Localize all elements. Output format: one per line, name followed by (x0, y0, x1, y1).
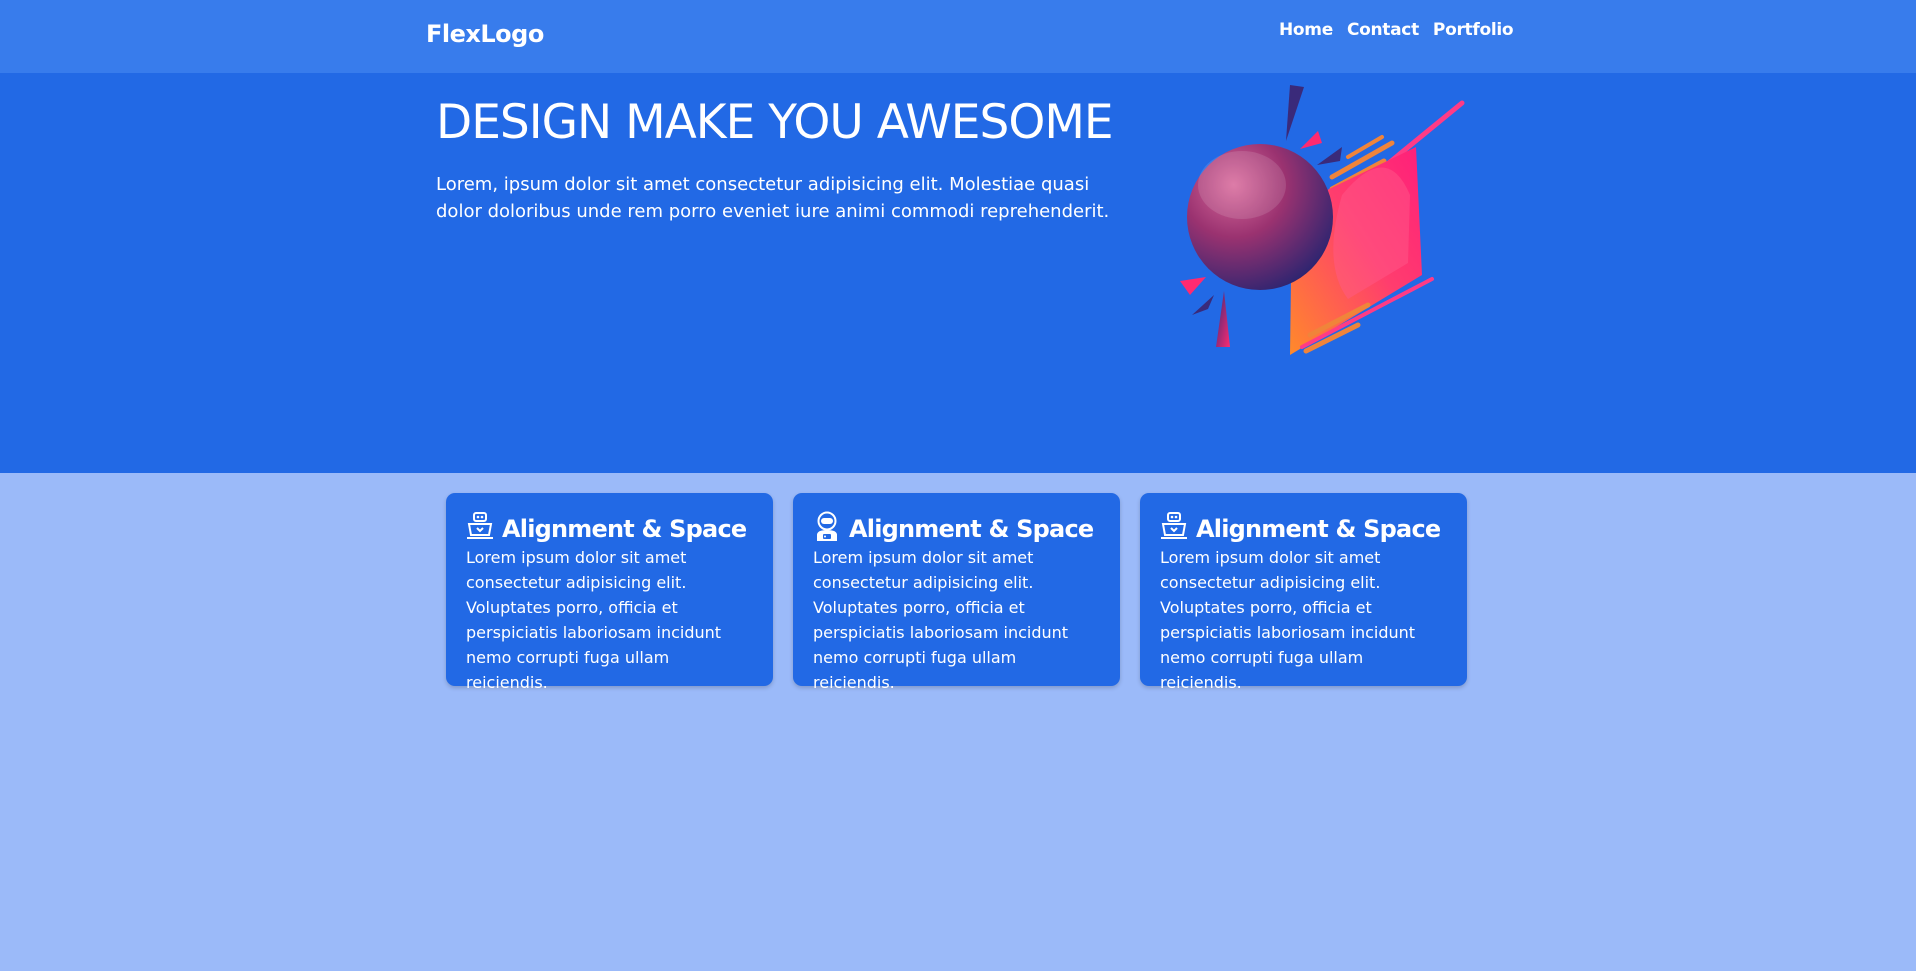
card-text: Lorem ipsum dolor sit amet consectetur a… (1160, 548, 1416, 692)
feature-card: Alignment & Space Lorem ipsum dolor sit … (1140, 493, 1467, 692)
card-title: Alignment & Space (502, 515, 747, 543)
nav-link-contact[interactable]: Contact (1347, 20, 1419, 40)
feature-cards: Alignment & Space Lorem ipsum dolor sit … (446, 493, 1467, 692)
card-header: Alignment & Space (1160, 507, 1447, 543)
card-header: Alignment & Space (466, 507, 753, 543)
card-header: Alignment & Space (813, 507, 1100, 543)
card-title: Alignment & Space (1196, 515, 1441, 543)
card-title: Alignment & Space (849, 515, 1094, 543)
hero-title: DESIGN MAKE YOU AWESOME (436, 95, 1114, 150)
robot-laptop-icon (467, 512, 493, 539)
navbar: FlexLogo Home Contact Portfolio (0, 0, 1916, 73)
feature-card: Alignment & Space Lorem ipsum dolor sit … (446, 493, 773, 692)
robot-laptop-icon (1161, 512, 1187, 539)
abstract-sphere-illustration (1180, 85, 1465, 355)
nav-link-home[interactable]: Home (1279, 20, 1333, 40)
card-text: Lorem ipsum dolor sit amet consectetur a… (813, 548, 1069, 692)
hero-section: DESIGN MAKE YOU AWESOME Lorem, ipsum dol… (0, 73, 1916, 473)
nav-links: Home Contact Portfolio (1279, 20, 1514, 40)
hero-text: Lorem, ipsum dolor sit amet consectetur … (436, 174, 1110, 222)
nav-link-portfolio[interactable]: Portfolio (1433, 20, 1514, 40)
card-text: Lorem ipsum dolor sit amet consectetur a… (466, 548, 722, 692)
feature-card: Alignment & Space Lorem ipsum dolor sit … (793, 493, 1120, 692)
astronaut-icon (817, 511, 837, 541)
logo[interactable]: FlexLogo (426, 20, 544, 48)
